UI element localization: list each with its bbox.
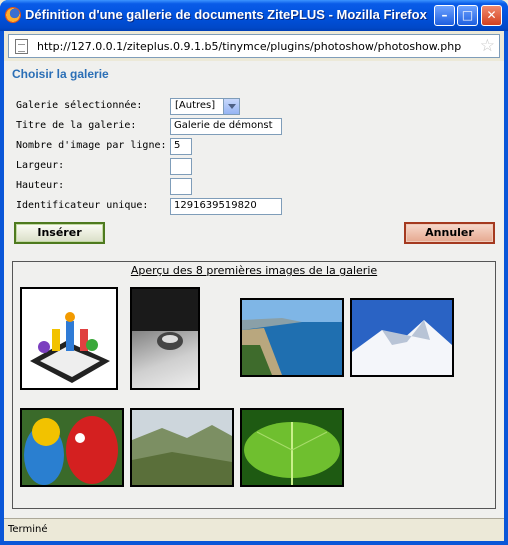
maximize-button[interactable]: □ bbox=[457, 5, 478, 26]
gallery-select-value: [Autres] bbox=[175, 100, 216, 111]
unique-id-input[interactable]: 1291639519820 bbox=[170, 198, 282, 215]
gallery-title-label: Titre de la galerie: bbox=[16, 120, 137, 131]
insert-button[interactable]: Insérer bbox=[14, 222, 105, 244]
window-title: Définition d'une gallerie de documents Z… bbox=[25, 7, 427, 22]
coast-city-image bbox=[242, 300, 342, 375]
valley-landscape-image bbox=[132, 410, 232, 485]
green-leaf-image bbox=[242, 410, 342, 485]
width-label: Largeur: bbox=[16, 160, 65, 171]
address-bar: http://127.0.0.1/ziteplus.0.9.1.b5/tinym… bbox=[4, 31, 504, 61]
gallery-select[interactable]: [Autres] bbox=[170, 98, 240, 115]
firefox-icon bbox=[5, 7, 21, 23]
gallery-preview-title: Aperçu des 8 premières images de la gale… bbox=[130, 264, 378, 277]
thumbnail-snowy-mountains[interactable] bbox=[350, 298, 454, 377]
chess-image bbox=[30, 312, 110, 383]
height-label: Hauteur: bbox=[16, 180, 65, 191]
page-title: Choisir la galerie bbox=[12, 67, 109, 81]
minimize-button[interactable]: – bbox=[434, 5, 455, 26]
thumbnail-water-drop[interactable] bbox=[130, 287, 200, 390]
thumbnail-coast-city[interactable] bbox=[240, 298, 344, 377]
bookmark-star-icon[interactable]: ☆ bbox=[480, 36, 495, 56]
url-text: http://127.0.0.1/ziteplus.0.9.1.b5/tinym… bbox=[37, 40, 462, 53]
close-button[interactable]: ✕ bbox=[481, 5, 502, 26]
images-per-line-label: Nombre d'image par ligne: bbox=[16, 140, 167, 151]
thumbnail-chess-pieces[interactable] bbox=[20, 287, 118, 390]
parrots-image bbox=[22, 410, 122, 485]
width-input[interactable] bbox=[170, 158, 192, 175]
unique-id-label: Identificateur unique: bbox=[16, 200, 149, 211]
title-bar[interactable]: Définition d'une gallerie de documents Z… bbox=[0, 0, 508, 31]
height-input[interactable] bbox=[170, 178, 192, 195]
gallery-select-label: Galerie sélectionnée: bbox=[16, 100, 143, 111]
snowy-mountains-image bbox=[352, 300, 452, 375]
cancel-button[interactable]: Annuler bbox=[404, 222, 495, 244]
gallery-title-input[interactable]: Galerie de démonst bbox=[170, 118, 282, 135]
status-bar: Terminé bbox=[4, 518, 504, 541]
page-icon bbox=[15, 39, 28, 54]
images-per-line-input[interactable]: 5 bbox=[170, 138, 192, 155]
thumbnail-green-leaf[interactable] bbox=[240, 408, 344, 487]
page-content: Choisir la galerie Galerie sélectionnée:… bbox=[4, 61, 504, 518]
url-field[interactable]: http://127.0.0.1/ziteplus.0.9.1.b5/tinym… bbox=[8, 34, 500, 58]
chevron-down-icon[interactable] bbox=[223, 99, 239, 114]
status-text: Terminé bbox=[8, 524, 48, 535]
water-drop-image bbox=[132, 289, 198, 350]
thumbnail-valley-landscape[interactable] bbox=[130, 408, 234, 487]
browser-window: Définition d'une gallerie de documents Z… bbox=[0, 0, 508, 545]
gallery-preview: Aperçu des 8 premières images de la gale… bbox=[12, 261, 496, 509]
thumbnail-parrots[interactable] bbox=[20, 408, 124, 487]
